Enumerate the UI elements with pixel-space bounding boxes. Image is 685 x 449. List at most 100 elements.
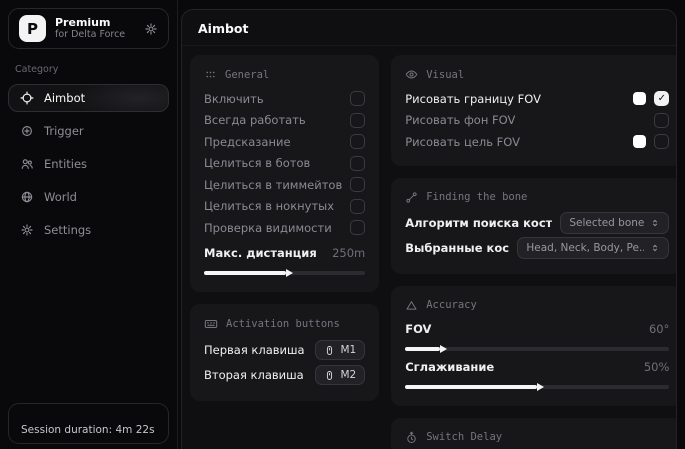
setting-label: Целиться в нокнутых (204, 199, 334, 213)
checkbox[interactable] (350, 220, 365, 235)
setting-label: Рисовать границу FOV (405, 92, 541, 106)
setting-row: Предсказание (204, 131, 365, 153)
sidebar-item-trigger[interactable]: Trigger (8, 117, 169, 145)
setting-row: Рисовать границу FOV (405, 88, 669, 110)
setting-row: Рисовать цель FOV (405, 131, 669, 153)
keybind-key: M2 (340, 369, 356, 381)
select-label: Алгоритм поиска кост (405, 216, 552, 230)
panel-activation-header: Activation buttons (204, 313, 365, 338)
select-row: Выбранные кос Head, Neck, Body, Pe... (405, 236, 669, 261)
checkbox[interactable] (350, 113, 365, 128)
crosshair-icon (20, 91, 34, 105)
globe-icon (20, 190, 34, 204)
users-icon (20, 157, 34, 171)
checkbox[interactable] (350, 134, 365, 149)
slider-label-row: Макс. дистанция 250m (204, 243, 365, 265)
slider-thumb[interactable] (440, 345, 447, 353)
category-label: Category (15, 64, 162, 75)
gear-icon (20, 223, 34, 237)
checkbox[interactable] (350, 91, 365, 106)
panel-title: Visual (426, 69, 464, 81)
sidebar-item-label: Settings (44, 223, 91, 237)
session-duration-text: Session duration: 4m 22s (21, 424, 155, 436)
triangle-icon (405, 299, 418, 312)
fov-slider[interactable] (405, 347, 669, 351)
slider-value: 60° (649, 322, 669, 336)
checkbox[interactable] (654, 134, 669, 149)
panel-columns: General Включить Всегда работать Предска… (182, 46, 676, 449)
checkbox[interactable] (350, 177, 365, 192)
setting-row: Целиться в ботов (204, 153, 365, 175)
setting-row: Целиться в нокнутых (204, 196, 365, 218)
setting-row: Рисовать фон FOV (405, 110, 669, 132)
sidebar-item-world[interactable]: World (8, 183, 169, 211)
panel-title: Finding the bone (426, 191, 527, 203)
setting-label: Целиться в тиммейтов (204, 178, 342, 192)
bone-icon (405, 191, 418, 204)
slider-fill (405, 385, 537, 389)
slider-fill (204, 271, 286, 275)
gear-icon[interactable] (144, 22, 158, 36)
select-label: Выбранные кос (405, 241, 509, 255)
setting-label: Включить (204, 92, 264, 106)
page-title: Aimbot (182, 10, 676, 46)
checkbox[interactable] (350, 199, 365, 214)
panel-accuracy-header: Accuracy (405, 295, 669, 319)
checkbox[interactable] (654, 91, 669, 106)
panel-general: General Включить Всегда работать Предска… (190, 55, 379, 292)
sidebar-item-label: Trigger (44, 124, 84, 138)
bone-algorithm-select[interactable]: Selected bone (560, 212, 669, 234)
keybind-key: M1 (340, 344, 356, 356)
panel-title: Accuracy (426, 299, 477, 311)
checkbox[interactable] (350, 156, 365, 171)
sidebar-item-label: World (44, 190, 77, 204)
selected-bones-select[interactable]: Head, Neck, Body, Pe... (517, 237, 669, 259)
sidebar-item-settings[interactable]: Settings (8, 216, 169, 244)
color-swatch[interactable] (633, 92, 646, 105)
panel-general-header: General (204, 64, 365, 88)
slider-label-row: Сглаживание 50% (405, 357, 669, 379)
keybind-label: Первая клавиша (204, 343, 305, 357)
mouse-icon (324, 370, 335, 381)
panel-visual-header: Visual (405, 64, 669, 88)
checkbox[interactable] (654, 113, 669, 128)
panel-title: Activation buttons (226, 318, 340, 330)
keybind-row: Первая клавиша M1 (204, 338, 365, 363)
clock-arrow-icon (405, 431, 418, 444)
color-swatch[interactable] (633, 135, 646, 148)
keybind-button[interactable]: M1 (315, 340, 365, 360)
select-value: Head, Neck, Body, Pe... (526, 242, 644, 254)
select-row: Алгоритм поиска кост Selected bone (405, 211, 669, 236)
right-column: Visual Рисовать границу FOV Рисовать фон… (391, 55, 677, 449)
keybind-button[interactable]: M2 (315, 365, 365, 385)
panel-title: General (225, 69, 269, 81)
select-value: Selected bone (569, 217, 644, 229)
max-distance-slider[interactable] (204, 271, 365, 275)
slider-thumb[interactable] (286, 269, 293, 277)
mouse-icon (324, 345, 335, 356)
slider-label: Макс. дистанция (204, 246, 317, 260)
eye-icon (405, 68, 418, 81)
sidebar-item-entities[interactable]: Entities (8, 150, 169, 178)
slider-label-row: FOV 60° (405, 319, 669, 341)
slider-label: Сглаживание (405, 360, 494, 374)
sidebar: P Premium for Delta Force Category Aimbo… (0, 0, 178, 449)
session-duration-card: Session duration: 4m 22s (8, 403, 169, 444)
brand-subtitle: for Delta Force (55, 29, 125, 41)
sidebar-item-aimbot[interactable]: Aimbot (8, 84, 169, 112)
smoothing-slider[interactable] (405, 385, 669, 389)
setting-row: Целиться в тиммейтов (204, 174, 365, 196)
slider-thumb[interactable] (537, 383, 544, 391)
setting-row: Всегда работать (204, 110, 365, 132)
sidebar-item-label: Entities (44, 157, 87, 171)
chevrons-up-down-icon (650, 218, 660, 228)
slider-value: 250m (332, 246, 365, 260)
panel-title: Switch Delay (426, 431, 502, 443)
panel-activation-buttons: Activation buttons Первая клавиша M1 Вто… (190, 304, 379, 401)
panel-switch-delay: Switch Delay Задержка переключения Задер… (391, 418, 677, 449)
slider-label: FOV (405, 322, 431, 336)
brand-logo: P (19, 15, 46, 42)
slider-value: 50% (644, 360, 670, 374)
setting-label: Рисовать фон FOV (405, 113, 515, 127)
brand-text: Premium for Delta Force (55, 16, 125, 42)
